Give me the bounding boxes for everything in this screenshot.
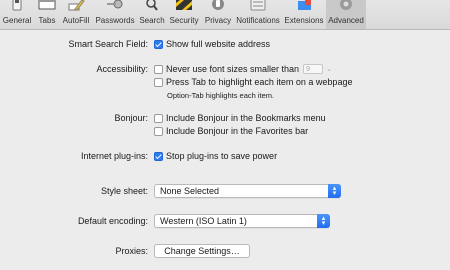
tab-autofill[interactable]: AutoFill bbox=[60, 0, 92, 29]
tab-label: AutoFill bbox=[62, 16, 90, 25]
tab-label: Security bbox=[169, 16, 199, 25]
tab-label: Tabs bbox=[38, 16, 56, 25]
change-settings-button[interactable]: Change Settings… bbox=[154, 244, 250, 258]
encoding-popup[interactable]: Western (ISO Latin 1) ▴ ▾ bbox=[154, 214, 330, 228]
accessibility-label: Accessibility: bbox=[96, 64, 148, 74]
style-sheet-label: Style sheet: bbox=[100, 186, 148, 196]
min-font-label: Never use font sizes smaller than bbox=[166, 64, 300, 74]
min-font-checkbox[interactable] bbox=[154, 64, 163, 74]
tab-notifications[interactable]: Notifications bbox=[234, 0, 282, 29]
tab-extensions[interactable]: Extensions bbox=[282, 0, 326, 29]
tab-label: Notifications bbox=[236, 16, 280, 25]
tab-security[interactable]: Security bbox=[166, 0, 202, 29]
tab-highlight-checkbox[interactable] bbox=[154, 77, 163, 87]
stop-plugins-label: Stop plug-ins to save power bbox=[166, 151, 278, 161]
style-sheet-popup[interactable]: None Selected ▴ ▾ bbox=[154, 184, 341, 198]
proxies-label: Proxies: bbox=[115, 246, 148, 256]
show-full-address-label: Show full website address bbox=[166, 39, 271, 49]
updown-arrows-icon: ▴ ▾ bbox=[328, 184, 341, 198]
tab-tabs[interactable]: Tabs bbox=[34, 0, 60, 29]
bonjour-bookmarks-label: Include Bonjour in the Bookmarks menu bbox=[166, 113, 326, 123]
show-full-address-option[interactable]: Show full website address bbox=[154, 39, 270, 49]
bonjour-label: Bonjour: bbox=[114, 113, 148, 123]
tab-passwords[interactable]: Passwords bbox=[92, 0, 138, 29]
tab-highlight-label: Press Tab to highlight each item on a we… bbox=[166, 77, 353, 87]
key-icon bbox=[107, 0, 123, 9]
tabs-icon bbox=[38, 0, 56, 10]
magnifier-icon bbox=[146, 0, 158, 11]
tab-privacy[interactable]: Privacy bbox=[202, 0, 234, 29]
show-full-address-checkbox[interactable] bbox=[154, 39, 163, 49]
bonjour-favorites-option[interactable]: Include Bonjour in the Favorites bar bbox=[154, 126, 308, 136]
tab-label: Search bbox=[139, 16, 165, 25]
tab-label: Passwords bbox=[95, 16, 135, 25]
bonjour-bookmarks-checkbox[interactable] bbox=[154, 113, 163, 123]
hand-icon bbox=[212, 0, 224, 10]
plugins-label: Internet plug-ins: bbox=[80, 151, 148, 161]
bonjour-bookmarks-option[interactable]: Include Bonjour in the Bookmarks menu bbox=[154, 113, 326, 123]
chevron-down-icon: ⌄ bbox=[326, 66, 333, 73]
encoding-value: Western (ISO Latin 1) bbox=[160, 216, 247, 226]
tab-label: Extensions bbox=[284, 16, 324, 25]
tab-search[interactable]: Search bbox=[138, 0, 166, 29]
pencil-icon bbox=[68, 0, 85, 11]
encoding-label: Default encoding: bbox=[77, 216, 148, 226]
min-font-size-value: 9 bbox=[306, 65, 310, 73]
tab-highlight-option[interactable]: Press Tab to highlight each item on a we… bbox=[154, 77, 352, 87]
smart-search-label: Smart Search Field: bbox=[68, 39, 148, 49]
tab-label: Advanced bbox=[328, 16, 364, 25]
min-font-size-select[interactable]: 9 ⌄ bbox=[303, 64, 332, 74]
notifications-icon bbox=[250, 0, 266, 11]
updown-arrows-icon: ▴ ▾ bbox=[317, 214, 330, 228]
tab-general[interactable]: General bbox=[0, 0, 34, 29]
security-tape-icon bbox=[176, 0, 192, 10]
min-font-option[interactable]: Never use font sizes smaller than 9 ⌄ bbox=[154, 64, 332, 74]
stop-plugins-option[interactable]: Stop plug-ins to save power bbox=[154, 151, 277, 161]
puzzle-icon bbox=[298, 0, 311, 10]
bonjour-favorites-label: Include Bonjour in the Favorites bar bbox=[166, 126, 309, 136]
stop-plugins-checkbox[interactable] bbox=[154, 151, 163, 161]
style-sheet-value: None Selected bbox=[160, 186, 220, 196]
preferences-toolbar: General Tabs AutoFill Passwords Search S… bbox=[0, 0, 450, 30]
tab-label: General bbox=[2, 16, 32, 25]
general-switch-icon bbox=[12, 0, 22, 11]
bonjour-favorites-checkbox[interactable] bbox=[154, 126, 163, 136]
option-tab-hint: Option-Tab highlights each item. bbox=[167, 91, 275, 100]
tab-advanced[interactable]: Advanced bbox=[326, 0, 366, 29]
gear-icon bbox=[340, 0, 352, 10]
tab-label: Privacy bbox=[204, 16, 232, 25]
